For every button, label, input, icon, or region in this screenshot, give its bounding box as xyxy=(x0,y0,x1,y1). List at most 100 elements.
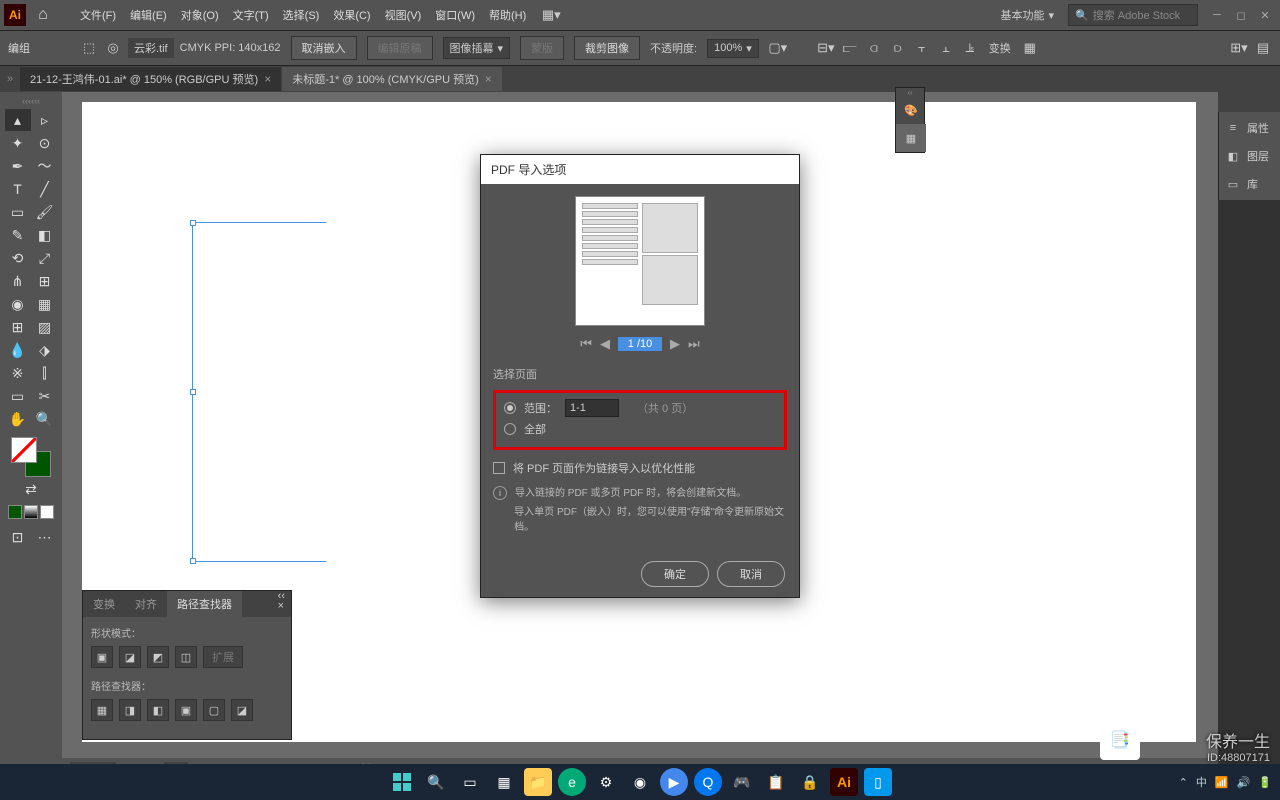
transform-label[interactable]: 变换 xyxy=(989,40,1011,56)
opacity-input[interactable]: 100%▾ xyxy=(707,39,759,58)
symbol-sprayer-tool[interactable]: ※ xyxy=(5,362,31,384)
all-radio[interactable] xyxy=(504,423,516,435)
app-icon-6[interactable]: ▯ xyxy=(864,768,892,796)
shaper-tool[interactable]: ✎ xyxy=(5,224,31,246)
ime-icon[interactable]: 中 xyxy=(1196,774,1207,790)
rectangle-tool[interactable]: ▭ xyxy=(5,201,31,223)
app-icon-5[interactable]: 🔒 xyxy=(796,768,824,796)
battery-icon[interactable]: 🔋 xyxy=(1258,776,1272,789)
type-tool[interactable]: T xyxy=(5,178,31,200)
next-page-icon[interactable]: ▶ xyxy=(670,336,680,352)
exclude-icon[interactable]: ◫ xyxy=(175,646,197,668)
fill-swatch[interactable] xyxy=(11,437,37,463)
system-tray[interactable]: ⌃ 中 📶 🔊 🔋 xyxy=(1179,774,1272,790)
menu-edit[interactable]: 编辑(E) xyxy=(124,4,173,26)
link-icon[interactable]: ⬚ xyxy=(80,39,98,57)
menu-view[interactable]: 视图(V) xyxy=(379,4,428,26)
page-number-input[interactable]: 1 /10 xyxy=(618,337,662,351)
curvature-tool[interactable]: 〜 xyxy=(32,155,58,177)
workspace-dropdown[interactable]: 基本功能▾ xyxy=(994,5,1060,25)
menu-window[interactable]: 窗口(W) xyxy=(429,4,481,26)
slice-tool[interactable]: ✂ xyxy=(32,385,58,407)
pathfinder-panel[interactable]: 变换 对齐 路径查找器 ‹‹× 形状模式： ▣ ◪ ◩ ◫ 扩展 路径查找器： … xyxy=(82,590,292,740)
tray-chevron-icon[interactable]: ⌃ xyxy=(1179,776,1188,789)
link-checkbox[interactable] xyxy=(493,462,505,474)
volume-icon[interactable]: 🔊 xyxy=(1237,776,1251,789)
color-picker-icon[interactable]: 🎨 xyxy=(896,96,926,124)
panel-menu-icon[interactable]: ‹‹× xyxy=(272,591,291,617)
illustrator-taskbar-icon[interactable]: Ai xyxy=(830,768,858,796)
transform-tab[interactable]: 变换 xyxy=(83,591,125,617)
home-icon[interactable]: ⌂ xyxy=(30,2,56,28)
free-transform-tool[interactable]: ⊞ xyxy=(32,270,58,292)
direct-selection-tool[interactable]: ▹ xyxy=(32,109,58,131)
eraser-tool[interactable]: ◧ xyxy=(32,224,58,246)
fill-stroke-swatch[interactable] xyxy=(11,437,51,477)
graph-tool[interactable]: ⫿ xyxy=(32,362,58,384)
document-tab-2[interactable]: 未标题-1* @ 100% (CMYK/GPU 预览)× xyxy=(282,67,502,91)
edge-icon[interactable]: e xyxy=(558,768,586,796)
color-mode-gradient[interactable] xyxy=(24,505,38,519)
artboard-tool[interactable]: ▭ xyxy=(5,385,31,407)
intersect-icon[interactable]: ◩ xyxy=(147,646,169,668)
search-icon[interactable]: 🔍 xyxy=(422,768,450,796)
minimize-button[interactable]: ─ xyxy=(1206,6,1228,24)
crop-button[interactable]: 裁剪图像 xyxy=(574,36,640,60)
divide-icon[interactable]: ▦ xyxy=(91,699,113,721)
menu-object[interactable]: 对象(O) xyxy=(175,4,225,26)
ok-button[interactable]: 确定 xyxy=(641,561,709,587)
pathfinder-tab[interactable]: 路径查找器 xyxy=(167,591,242,617)
align-center-icon[interactable]: ⫏ xyxy=(865,39,883,57)
document-tab-1[interactable]: 21-12-王鸿伟-01.ai* @ 150% (RGB/GPU 预览)× xyxy=(20,67,281,91)
tab-menu-icon[interactable]: » xyxy=(2,66,18,92)
transform-icon[interactable]: ▦ xyxy=(1021,39,1039,57)
settings-icon[interactable]: ⚙ xyxy=(592,768,620,796)
trim-icon[interactable]: ◨ xyxy=(119,699,141,721)
expand-button[interactable]: 扩展 xyxy=(203,646,243,668)
unembed-button[interactable]: 取消嵌入 xyxy=(291,36,357,60)
menu-effect[interactable]: 效果(C) xyxy=(327,4,376,26)
scale-tool[interactable]: ⤢ xyxy=(32,247,58,269)
embed-icon[interactable]: ◎ xyxy=(104,39,122,57)
perspective-tool[interactable]: ▦ xyxy=(32,293,58,315)
layers-panel-button[interactable]: ◧图层 xyxy=(1221,142,1278,170)
wifi-icon[interactable]: 📶 xyxy=(1215,776,1229,789)
chrome-icon[interactable]: ◉ xyxy=(626,768,654,796)
width-tool[interactable]: ⋔ xyxy=(5,270,31,292)
prev-page-icon[interactable]: ◀ xyxy=(600,336,610,352)
align-bottom-icon[interactable]: ⫡ xyxy=(961,39,979,57)
swap-fill-icon[interactable]: ⇄ xyxy=(18,478,44,500)
widgets-icon[interactable]: ▦ xyxy=(490,768,518,796)
menu-select[interactable]: 选择(S) xyxy=(277,4,326,26)
shape-builder-tool[interactable]: ◉ xyxy=(5,293,31,315)
eyedropper-tool[interactable]: 💧 xyxy=(5,339,31,361)
last-page-icon[interactable]: ⏭ xyxy=(688,336,700,352)
range-input[interactable] xyxy=(565,399,619,417)
pen-tool[interactable]: ✒ xyxy=(5,155,31,177)
edit-toolbar-icon[interactable]: ⋯ xyxy=(32,526,58,548)
app-icon-2[interactable]: Q xyxy=(694,768,722,796)
arrange-icon[interactable]: ▦▾ xyxy=(542,6,560,24)
range-radio[interactable] xyxy=(504,402,516,414)
app-icon-1[interactable]: ▶ xyxy=(660,768,688,796)
gradient-tool[interactable]: ▨ xyxy=(32,316,58,338)
app-icon-3[interactable]: 🎮 xyxy=(728,768,756,796)
merge-icon[interactable]: ◧ xyxy=(147,699,169,721)
outline-icon[interactable]: ▢ xyxy=(203,699,225,721)
rotate-tool[interactable]: ⟲ xyxy=(5,247,31,269)
minus-front-icon[interactable]: ◪ xyxy=(119,646,141,668)
search-input[interactable]: 🔍搜索 Adobe Stock xyxy=(1068,4,1198,26)
lasso-tool[interactable]: ⊙ xyxy=(32,132,58,154)
task-view-icon[interactable]: ▭ xyxy=(456,768,484,796)
selection-tool[interactable]: ▴ xyxy=(5,109,31,131)
align-tab[interactable]: 对齐 xyxy=(125,591,167,617)
isolate-icon[interactable]: ⊞▾ xyxy=(1230,39,1248,57)
color-mode-color[interactable] xyxy=(8,505,22,519)
color-mode-none[interactable] xyxy=(40,505,54,519)
screen-mode-icon[interactable]: ⊡ xyxy=(5,526,31,548)
swatches-icon[interactable]: ▦ xyxy=(896,124,926,152)
cancel-button[interactable]: 取消 xyxy=(717,561,785,587)
minus-back-icon[interactable]: ◪ xyxy=(231,699,253,721)
hand-tool[interactable]: ✋ xyxy=(5,408,31,430)
blend-tool[interactable]: ⬗ xyxy=(32,339,58,361)
